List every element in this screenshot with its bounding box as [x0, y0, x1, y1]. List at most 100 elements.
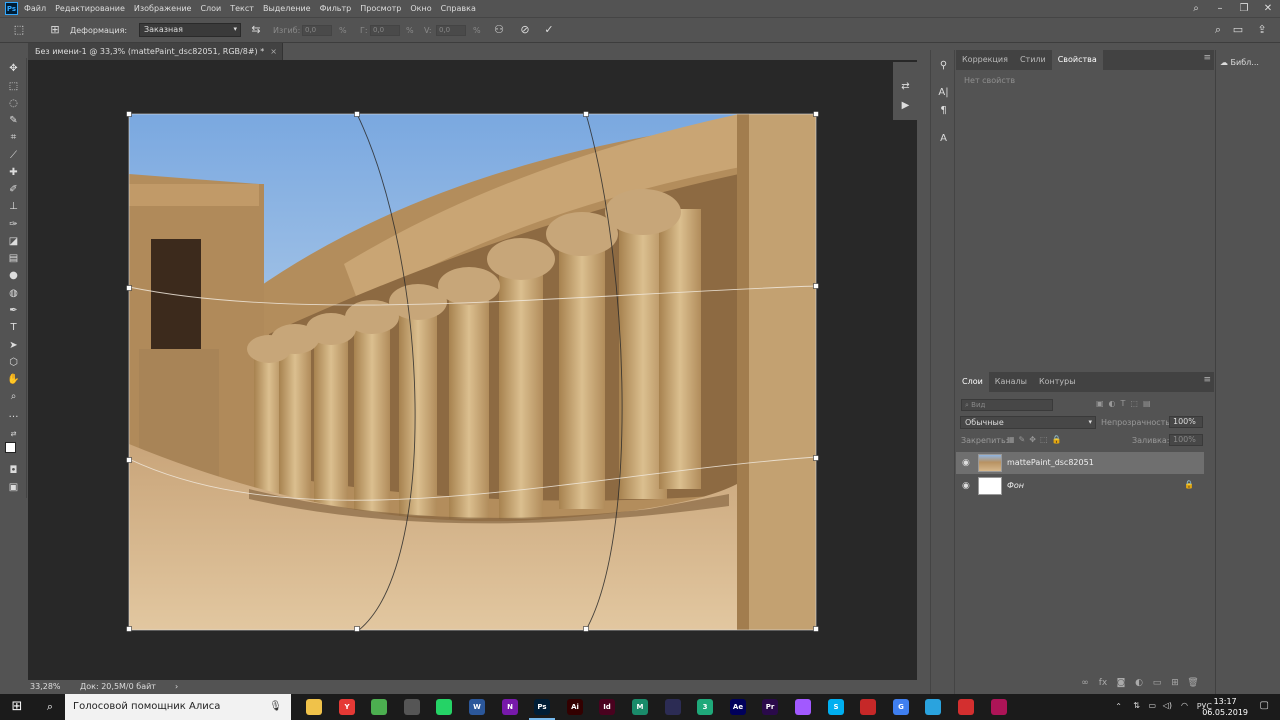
new-group-icon[interactable]: ▭ — [1148, 678, 1166, 692]
notifications-icon[interactable]: ▢ — [1260, 700, 1269, 711]
tab-properties[interactable]: Свойства — [1051, 50, 1103, 70]
microphone-icon[interactable]: 🎙 — [269, 694, 282, 720]
warp-orientation-icon[interactable]: ⇆ — [249, 23, 263, 37]
search-icon[interactable]: ⌕ — [1211, 23, 1225, 37]
search-icon[interactable]: ⌕ — [1184, 0, 1208, 17]
skype-icon[interactable]: S — [828, 699, 844, 715]
document-tab[interactable]: Без имени-1 @ 33,3% (mattePaint_dsc82051… — [28, 43, 283, 60]
shape-tool-icon[interactable]: ⬡ — [6, 355, 21, 370]
path-select-tool-icon[interactable]: ➤ — [6, 338, 21, 353]
swap-colors-icon[interactable]: ⇄ — [6, 427, 21, 442]
paragraph-icon[interactable]: ¶ — [937, 104, 950, 117]
quick-select-tool-icon[interactable]: ✎ — [6, 113, 21, 128]
app-3-icon[interactable]: 3 — [697, 699, 713, 715]
battery-icon[interactable]: ▭ — [1148, 701, 1156, 710]
mail-icon[interactable] — [404, 699, 420, 715]
v-distortion-input[interactable]: 0,0 — [436, 25, 466, 36]
figma-icon[interactable] — [795, 699, 811, 715]
menu-filter[interactable]: Фильтр — [320, 4, 352, 13]
filter-icons[interactable]: ▣◐T⬚▤ — [1096, 399, 1156, 408]
menu-file[interactable]: Файл — [24, 4, 46, 13]
glyphs-icon[interactable]: A — [937, 132, 950, 145]
more-tools-icon[interactable]: … — [6, 407, 21, 422]
hand-tool-icon[interactable]: ✋ — [6, 372, 21, 387]
history-icon[interactable]: ⇄ — [899, 80, 912, 93]
screen-mode-icon[interactable]: ▣ — [6, 480, 21, 495]
stamp-tool-icon[interactable]: ⊥ — [6, 199, 21, 214]
blend-mode-select[interactable]: Обычные ▾ — [960, 416, 1096, 429]
telegram-icon[interactable] — [925, 699, 941, 715]
illustrator-icon[interactable]: Ai — [567, 699, 583, 715]
tab-channels[interactable]: Каналы — [989, 372, 1033, 392]
indesign-icon[interactable]: Id — [599, 699, 615, 715]
eye-icon[interactable]: ◉ — [962, 481, 970, 491]
status-menu-arrow[interactable]: › — [175, 680, 178, 694]
new-layer-icon[interactable]: ⊞ — [1166, 678, 1184, 692]
search-icon[interactable]: ⌕ — [40, 694, 60, 720]
menu-view[interactable]: Просмотр — [360, 4, 401, 13]
close-button[interactable]: ✕ — [1256, 0, 1280, 17]
clock[interactable]: 13:17 06.05.2019 — [1202, 696, 1248, 718]
chevron-up-icon[interactable]: ⌃ — [1115, 702, 1122, 711]
opacity-input[interactable]: 100% — [1169, 416, 1203, 428]
file-explorer-icon[interactable] — [306, 699, 322, 715]
bend-input[interactable]: 0,0 — [302, 25, 332, 36]
transform-handles[interactable] — [123, 108, 822, 636]
healing-tool-icon[interactable]: ✚ — [6, 165, 21, 180]
assistant-search-box[interactable]: Голосовой помощник Алиса 🎙 — [65, 694, 291, 720]
lasso-tool-icon[interactable]: ◌ — [6, 96, 21, 111]
layer-style-icon[interactable]: fx — [1094, 678, 1112, 692]
minimize-button[interactable]: – — [1208, 0, 1232, 17]
layer-name[interactable]: mattePaint_dsc82051 — [1007, 458, 1094, 467]
wifi-icon[interactable]: ◠ — [1181, 701, 1188, 710]
quick-mask-icon[interactable]: ◘ — [6, 463, 21, 478]
yandex-browser-icon[interactable]: Y — [339, 699, 355, 715]
brush-tool-icon[interactable]: ✐ — [6, 182, 21, 197]
zoom-level[interactable]: 33,28% — [30, 680, 61, 694]
marquee-tool-icon[interactable]: ⬚ — [6, 79, 21, 94]
panel-menu-icon[interactable]: ≡ — [1203, 53, 1211, 63]
history-brush-icon[interactable]: ✑ — [6, 217, 21, 232]
foreground-color-swatch[interactable] — [5, 442, 16, 453]
eyedropper-tool-icon[interactable]: ⟋ — [6, 148, 21, 163]
transform-tool-icon[interactable]: ⬚ — [12, 23, 26, 37]
premiere-icon[interactable]: Pr — [762, 699, 778, 715]
h-distortion-input[interactable]: 0,0 — [370, 25, 400, 36]
fill-input[interactable]: 100% — [1169, 434, 1203, 446]
adjustment-layer-icon[interactable]: ◐ — [1130, 678, 1148, 692]
onenote-icon[interactable]: N — [502, 699, 518, 715]
tab-layers[interactable]: Слои — [956, 372, 989, 392]
menu-edit[interactable]: Редактирование — [55, 4, 125, 13]
network-icon[interactable]: ⇅ — [1133, 701, 1140, 710]
layer-filter-select[interactable]: ⌕ Вид — [961, 399, 1053, 411]
zoom-tool-icon[interactable]: ⌕ — [6, 389, 21, 404]
puppet-warp-icon[interactable]: ⚇ — [492, 23, 506, 37]
word-icon[interactable]: W — [469, 699, 485, 715]
crop-tool-icon[interactable]: ⌗ — [6, 130, 21, 145]
eraser-tool-icon[interactable]: ◪ — [6, 234, 21, 249]
warp-style-select[interactable]: Заказная ▾ — [139, 23, 241, 37]
menu-layers[interactable]: Слои — [200, 4, 221, 13]
app-red-icon[interactable] — [860, 699, 876, 715]
menu-select[interactable]: Выделение — [263, 4, 311, 13]
libraries-button[interactable]: ☁ Библ... — [1220, 58, 1259, 67]
restore-button[interactable]: ❐ — [1232, 0, 1256, 17]
blur-tool-icon[interactable]: ● — [6, 268, 21, 283]
warp-grid-icon[interactable]: ⊞ — [48, 23, 62, 37]
close-tab-icon[interactable]: × — [270, 43, 277, 60]
panel-menu-icon[interactable]: ≡ — [1203, 375, 1211, 385]
type-tool-icon[interactable]: T — [6, 320, 21, 335]
trash-icon[interactable]: 🗑 — [1184, 678, 1202, 692]
tab-styles[interactable]: Стили — [1014, 50, 1052, 70]
windows-start-icon[interactable]: ⊞ — [0, 694, 34, 720]
app-g-icon[interactable]: G — [893, 699, 909, 715]
gradient-tool-icon[interactable]: ▤ — [6, 251, 21, 266]
menu-text[interactable]: Текст — [230, 4, 254, 13]
commit-transform-icon[interactable]: ✓ — [542, 23, 556, 37]
layer-row[interactable]: ◉ Фон 🔒 — [956, 475, 1204, 497]
layer-row[interactable]: ◉ mattePaint_dsc82051 — [956, 452, 1204, 474]
workspace-icon[interactable]: ▭ — [1231, 23, 1245, 37]
cancel-transform-icon[interactable]: ⊘ — [518, 23, 532, 37]
actions-play-icon[interactable]: ▶ — [899, 99, 912, 112]
link-layers-icon[interactable]: ∞ — [1076, 678, 1094, 692]
